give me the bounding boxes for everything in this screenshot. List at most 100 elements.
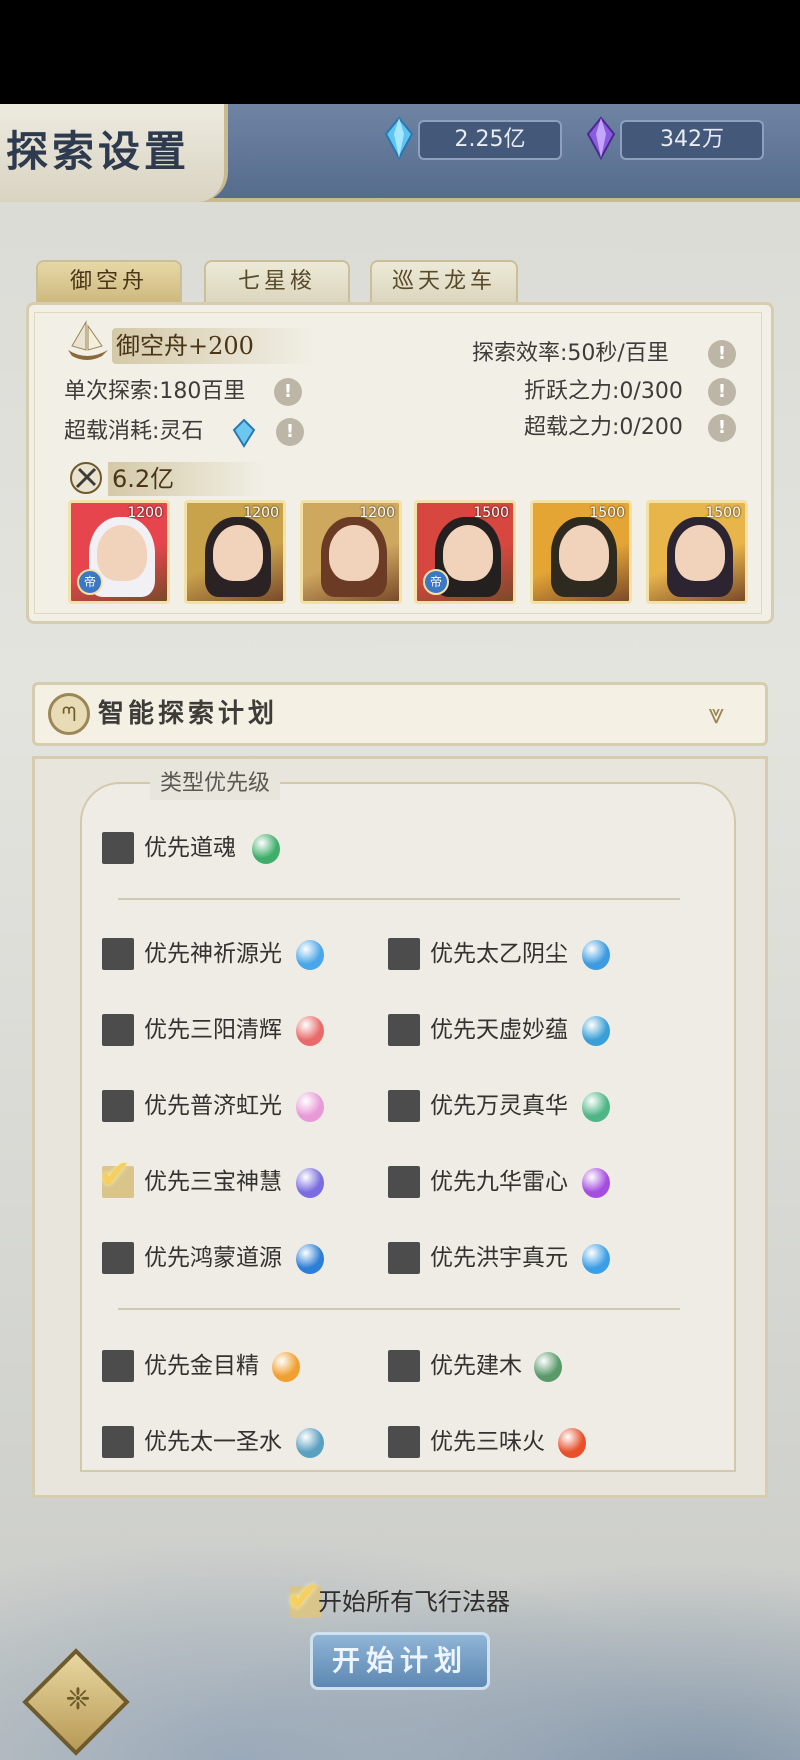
checkmark-icon: ✔ — [98, 1152, 132, 1198]
tab-yukongzhou[interactable]: 御空舟 — [36, 260, 182, 304]
efficiency-stat: 探索效率:50秒/百里 — [472, 341, 669, 366]
resource-gem-icon — [582, 1016, 610, 1046]
blue-crystal-amount: 2.25亿 — [418, 120, 562, 160]
hero-level: 1200 — [127, 505, 163, 521]
divider — [118, 898, 680, 900]
priority-checkbox[interactable] — [388, 1242, 420, 1274]
tab-xuntianlongche[interactable]: 巡天龙车 — [370, 260, 518, 304]
priority-option-label: 优先万灵真华 — [430, 1093, 568, 1119]
start-all-label[interactable]: 开始所有飞行法器 — [318, 1584, 510, 1620]
hero-face — [97, 525, 147, 581]
resource-gem-icon — [296, 1428, 324, 1458]
priority-option[interactable]: 优先鸿蒙道源 — [102, 1238, 382, 1278]
priority-option-label: 优先鸿蒙道源 — [144, 1245, 282, 1271]
priority-option-label: 优先三宝神慧 — [144, 1169, 282, 1195]
tab-qixingsuo[interactable]: 七星梭 — [204, 260, 350, 304]
smart-plan-title: 智能探索计划 — [98, 699, 279, 729]
priority-checkbox[interactable] — [388, 1166, 420, 1198]
priority-option-label: 优先金目精 — [144, 1353, 259, 1379]
resource-gem-icon — [296, 1168, 324, 1198]
resource-gem-icon — [558, 1428, 586, 1458]
priority-option-label: 优先洪宇真元 — [430, 1245, 568, 1271]
hero-card[interactable]: 1500 帝 — [414, 500, 516, 604]
overload-cost-stat: 超载消耗:灵石 — [64, 419, 204, 444]
priority-option-label: 优先三味火 — [430, 1429, 545, 1455]
resource-gem-icon — [534, 1352, 562, 1382]
priority-checkbox[interactable] — [102, 1014, 134, 1046]
priority-option[interactable]: 优先三味火 — [388, 1422, 668, 1462]
priority-option[interactable]: 优先金目精 — [102, 1346, 382, 1386]
start-all-checkmark-icon: ✔ — [286, 1572, 322, 1621]
priority-option[interactable]: 优先天虚妙蕴 — [388, 1010, 668, 1050]
hero-card[interactable]: 1200 — [300, 500, 402, 604]
hero-face — [675, 525, 725, 581]
priority-checkbox[interactable] — [102, 938, 134, 970]
priority-option[interactable]: 优先道魂 — [102, 828, 382, 868]
priority-checkbox[interactable]: ✔ — [98, 1152, 134, 1198]
priority-option[interactable]: 优先建木 — [388, 1346, 668, 1386]
priority-checkbox[interactable] — [388, 1090, 420, 1122]
resource-gem-icon — [582, 1092, 610, 1122]
priority-checkbox[interactable] — [102, 1350, 134, 1382]
hero-face — [559, 525, 609, 581]
type-priority-label: 类型优先级 — [150, 768, 281, 800]
priority-option-label: 优先普济虹光 — [144, 1093, 282, 1119]
purple-crystal-amount: 342万 — [620, 120, 764, 160]
priority-option[interactable]: 优先三阳清辉 — [102, 1010, 382, 1050]
priority-checkbox[interactable] — [388, 1426, 420, 1458]
priority-checkbox[interactable] — [102, 832, 134, 864]
resource-gem-icon — [272, 1352, 300, 1382]
resource-gem-icon — [582, 1168, 610, 1198]
start-plan-button[interactable]: 开始计划 — [310, 1632, 490, 1690]
priority-option[interactable]: 优先洪宇真元 — [388, 1238, 668, 1278]
priority-checkbox[interactable] — [388, 938, 420, 970]
overload-cost-info-icon[interactable]: ! — [276, 418, 304, 446]
purple-crystal-icon — [586, 116, 616, 160]
hero-card[interactable]: 1200 帝 — [68, 500, 170, 604]
single-explore-info-icon[interactable]: ! — [274, 378, 302, 406]
efficiency-info-icon[interactable]: ! — [708, 340, 736, 368]
priority-option-label: 优先三阳清辉 — [144, 1017, 282, 1043]
combat-power-value: 6.2亿 — [108, 462, 265, 496]
priority-option[interactable]: ✔ 优先三宝神慧 — [98, 1152, 382, 1202]
warp-power-stat: 折跃之力:0/300 — [524, 379, 683, 404]
hero-card[interactable]: 1500 — [646, 500, 748, 604]
priority-option-label: 优先太一圣水 — [144, 1429, 282, 1455]
priority-option[interactable]: 优先神祈源光 — [102, 934, 382, 974]
resource-gem-icon — [296, 1092, 324, 1122]
hero-card[interactable]: 1500 — [530, 500, 632, 604]
single-explore-stat: 单次探索:180百里 — [64, 379, 246, 404]
status-bar-area — [0, 0, 800, 104]
resource-gem-icon — [296, 1016, 324, 1046]
hero-face — [443, 525, 493, 581]
warp-power-info-icon[interactable]: ! — [708, 378, 736, 406]
priority-checkbox[interactable] — [102, 1242, 134, 1274]
smart-plan-icon: ᘉ — [48, 693, 90, 735]
blue-crystal-icon — [384, 116, 414, 160]
priority-option[interactable]: 优先九华雷心 — [388, 1162, 668, 1202]
emperor-badge-icon: 帝 — [77, 569, 103, 595]
priority-option-label: 优先九华雷心 — [430, 1169, 568, 1195]
hero-card[interactable]: 1200 — [184, 500, 286, 604]
overload-power-info-icon[interactable]: ! — [708, 414, 736, 442]
priority-option[interactable]: 优先普济虹光 — [102, 1086, 382, 1126]
priority-option-label: 优先天虚妙蕴 — [430, 1017, 568, 1043]
priority-checkbox[interactable] — [102, 1090, 134, 1122]
collapse-chevron-icon[interactable]: ⩔ — [694, 696, 738, 732]
hero-face — [329, 525, 379, 581]
priority-checkbox[interactable] — [388, 1350, 420, 1382]
priority-option[interactable]: 优先太一圣水 — [102, 1422, 382, 1462]
priority-option[interactable]: 优先太乙阴尘 — [388, 934, 668, 974]
priority-checkbox[interactable] — [388, 1014, 420, 1046]
priority-option-label: 优先太乙阴尘 — [430, 941, 568, 967]
priority-option[interactable]: 优先万灵真华 — [388, 1086, 668, 1126]
priority-checkbox[interactable] — [102, 1426, 134, 1458]
divider — [118, 1308, 680, 1310]
boat-icon — [68, 320, 108, 360]
resource-gem-icon — [296, 940, 324, 970]
hero-level: 1500 — [589, 505, 625, 521]
hero-face — [213, 525, 263, 581]
overload-power-stat: 超载之力:0/200 — [524, 415, 683, 440]
corner-menu-icon: ❈ — [65, 1682, 91, 1717]
page-title: 探索设置 — [6, 127, 191, 176]
